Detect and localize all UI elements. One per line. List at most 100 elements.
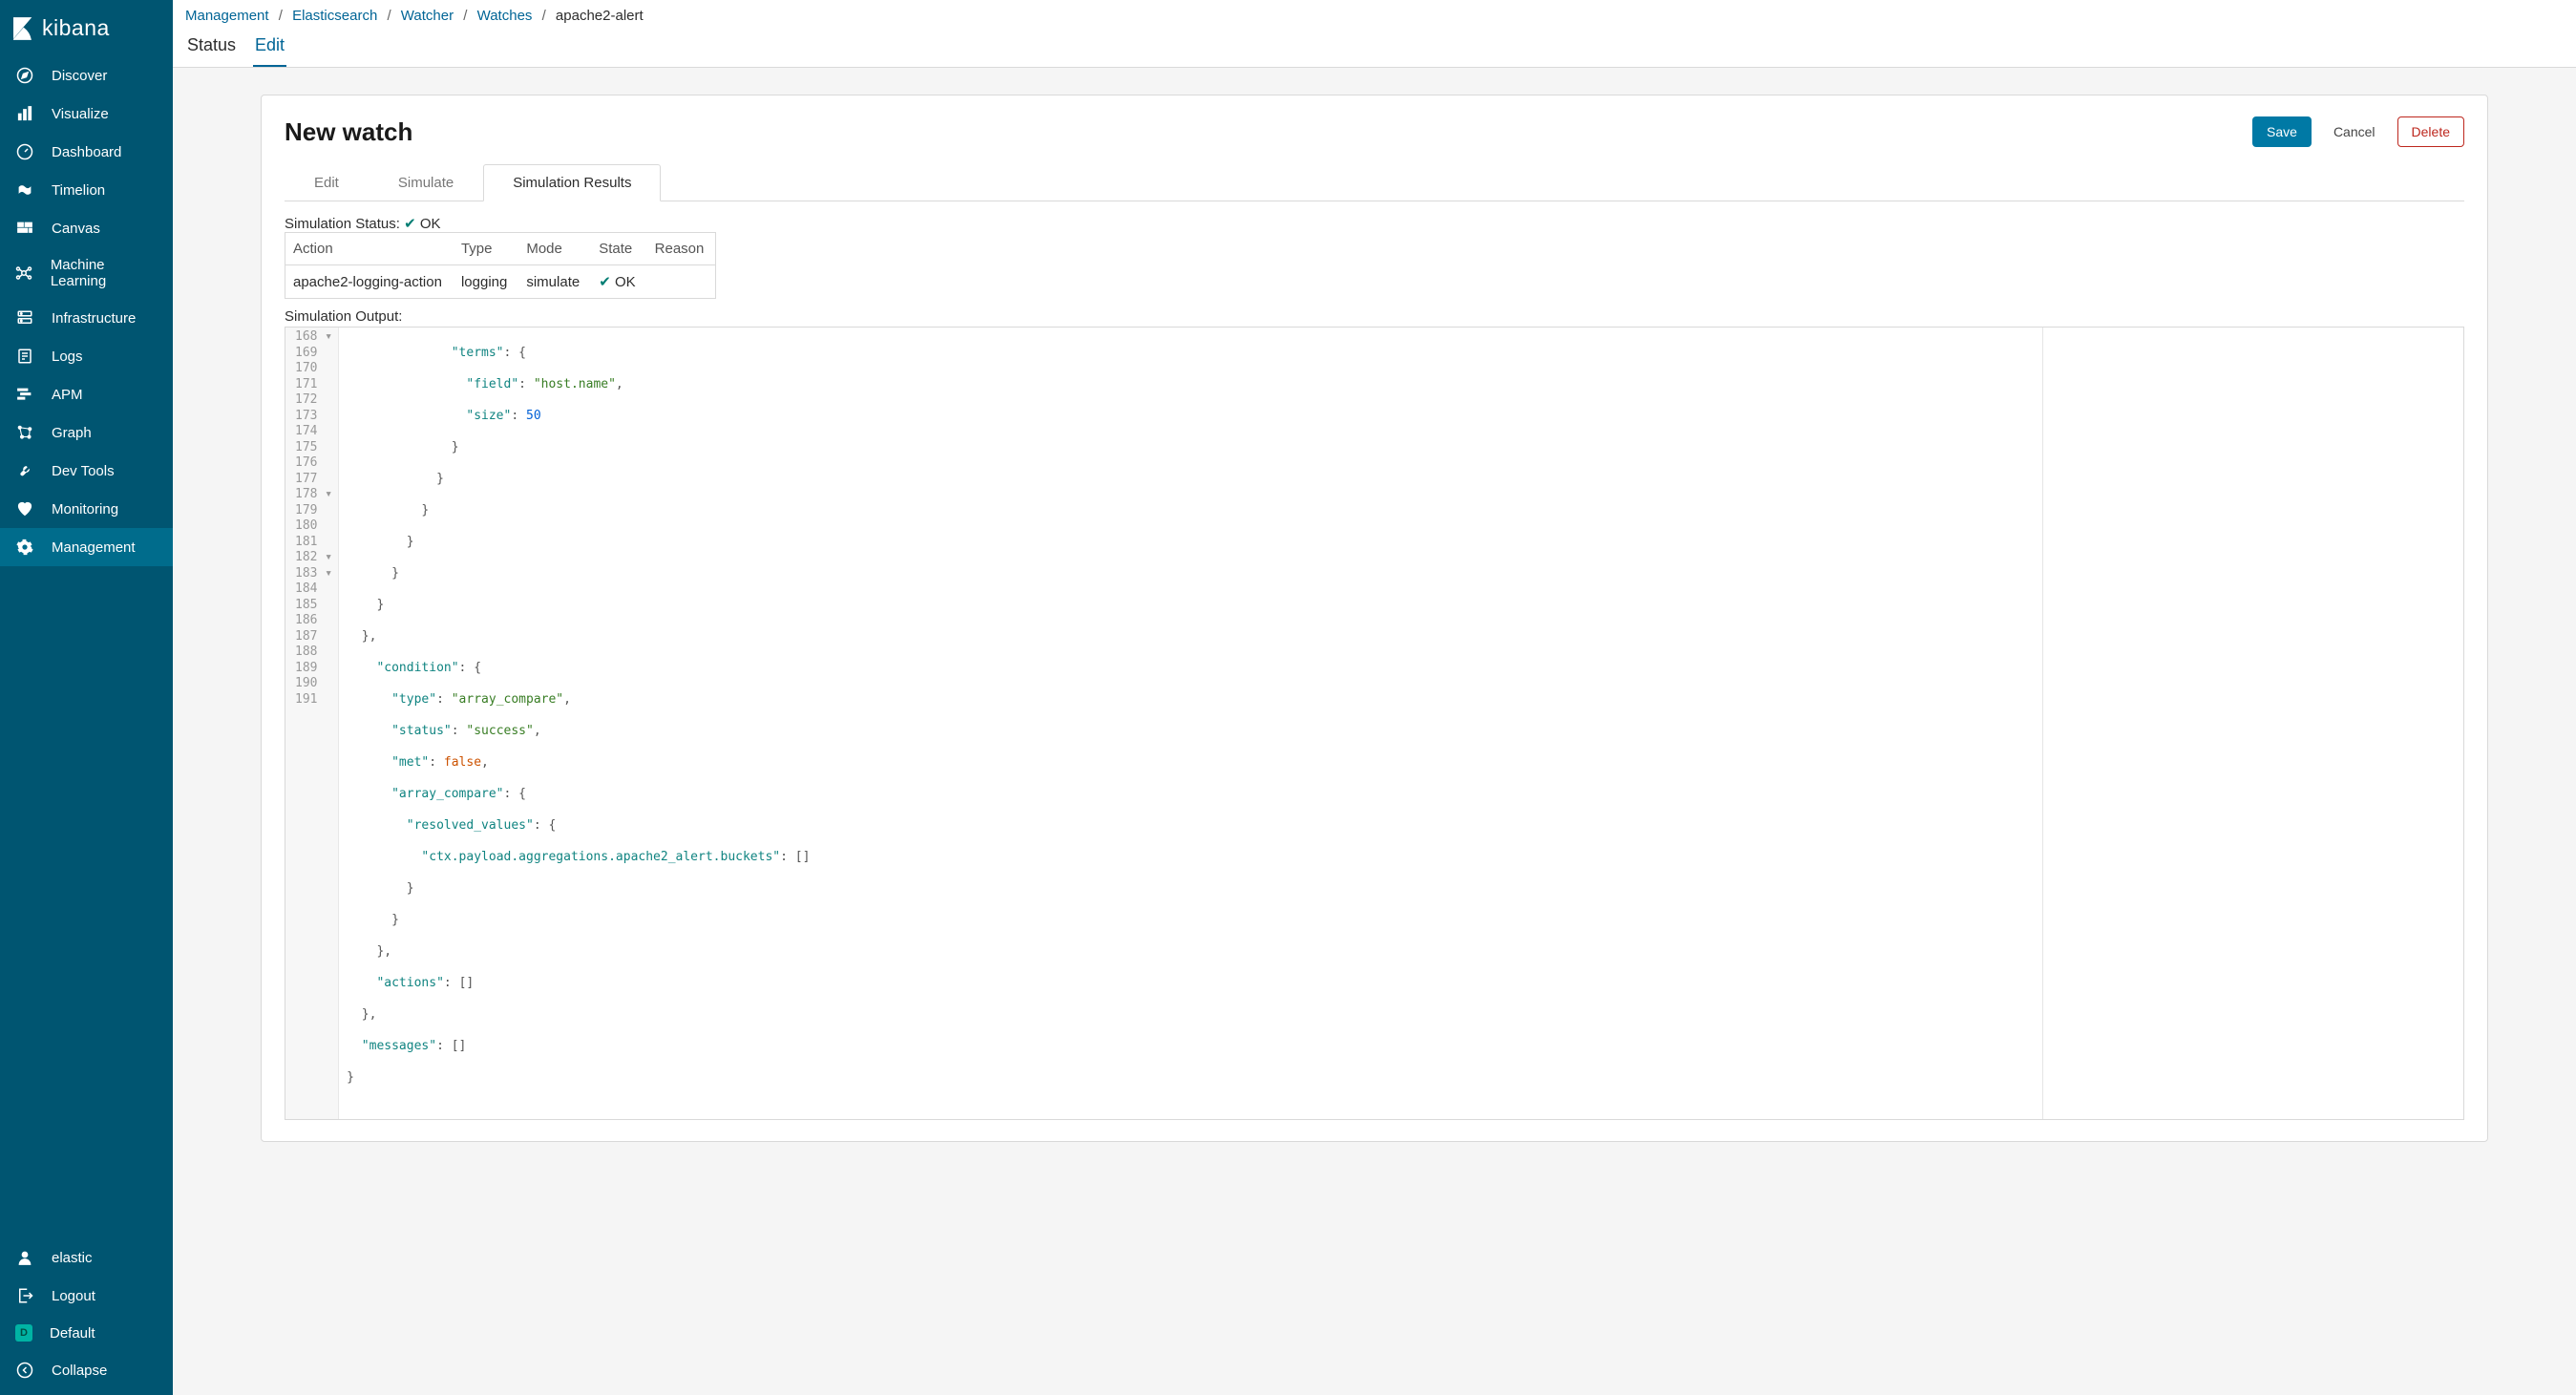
gear-icon — [15, 538, 34, 557]
simulation-status-label: Simulation Status: — [285, 216, 400, 232]
page-title: New watch — [285, 117, 412, 147]
sidebar: kibana Discover Visualize Dashboard Time… — [0, 0, 173, 1395]
timelion-icon — [15, 180, 34, 200]
sidebar-item-monitoring[interactable]: Monitoring — [0, 490, 173, 528]
tab-edit[interactable]: Edit — [253, 30, 286, 67]
sidebar-item-label: Monitoring — [52, 501, 118, 518]
sidebar-collapse[interactable]: Collapse — [0, 1351, 173, 1389]
sidebar-item-apm[interactable]: APM — [0, 375, 173, 413]
subtab-simulate[interactable]: Simulate — [369, 164, 483, 201]
sidebar-default-space[interactable]: D Default — [0, 1315, 173, 1351]
check-icon: ✔ — [404, 216, 416, 232]
brand-text: kibana — [42, 15, 110, 41]
breadcrumb: Management / Elasticsearch / Watcher / W… — [185, 0, 2564, 28]
space-badge: D — [15, 1324, 32, 1342]
kibana-logo-icon — [13, 19, 32, 38]
collapse-icon — [15, 1361, 34, 1380]
simulation-status: Simulation Status: ✔ OK — [285, 215, 2464, 232]
heartbeat-icon — [15, 499, 34, 518]
sidebar-item-dashboard[interactable]: Dashboard — [0, 133, 173, 171]
topbar: Management / Elasticsearch / Watcher / W… — [173, 0, 2576, 68]
sidebar-item-timelion[interactable]: Timelion — [0, 171, 173, 209]
breadcrumb-item[interactable]: Elasticsearch — [292, 8, 377, 24]
th-type: Type — [454, 233, 518, 265]
editor-code[interactable]: "terms": { "field": "host.name", "size":… — [339, 328, 2043, 1119]
td-action: apache2-logging-action — [285, 265, 454, 299]
breadcrumb-item[interactable]: Watcher — [401, 8, 454, 24]
sidebar-item-management[interactable]: Management — [0, 528, 173, 566]
brand-logo: kibana — [0, 0, 173, 56]
sidebar-default-label: Default — [50, 1325, 95, 1342]
table-row: apache2-logging-action logging simulate … — [285, 265, 716, 299]
simulation-result-table: Action Type Mode State Reason apache2-lo… — [285, 232, 716, 299]
sidebar-footer: elastic Logout D Default Collapse — [0, 1238, 173, 1395]
th-action: Action — [285, 233, 454, 265]
sidebar-nav: Discover Visualize Dashboard Timelion Ca… — [0, 56, 173, 1238]
sidebar-logout-label: Logout — [52, 1288, 95, 1304]
breadcrumb-current: apache2-alert — [556, 8, 644, 24]
cancel-button[interactable]: Cancel — [2319, 116, 2390, 147]
ml-icon — [15, 264, 33, 283]
breadcrumb-sep: / — [279, 8, 283, 24]
code-editor[interactable]: 168 ▾ 169 170 171 172 173 174 175 176 17… — [285, 327, 2464, 1120]
main-content: Management / Elasticsearch / Watcher / W… — [173, 0, 2576, 1395]
sidebar-item-label: APM — [52, 387, 83, 403]
breadcrumb-sep: / — [542, 8, 546, 24]
th-reason: Reason — [647, 233, 716, 265]
simulation-output-label: Simulation Output: — [285, 308, 2464, 325]
sidebar-item-label: Infrastructure — [52, 310, 136, 327]
watch-panel: New watch Save Cancel Delete Edit Simula… — [261, 95, 2488, 1142]
sidebar-item-label: Management — [52, 539, 136, 556]
editor-gutter: 168 ▾ 169 170 171 172 173 174 175 176 17… — [285, 328, 339, 1119]
check-icon: ✔ — [599, 274, 611, 290]
sidebar-item-discover[interactable]: Discover — [0, 56, 173, 95]
bar-chart-icon — [15, 104, 34, 123]
sidebar-item-label: Discover — [52, 68, 107, 84]
sidebar-item-canvas[interactable]: Canvas — [0, 209, 173, 247]
apm-icon — [15, 385, 34, 404]
sidebar-item-visualize[interactable]: Visualize — [0, 95, 173, 133]
sidebar-item-devtools[interactable]: Dev Tools — [0, 452, 173, 490]
sidebar-item-infrastructure[interactable]: Infrastructure — [0, 299, 173, 337]
sidebar-item-graph[interactable]: Graph — [0, 413, 173, 452]
save-button[interactable]: Save — [2252, 116, 2312, 147]
logout-icon — [15, 1286, 34, 1305]
th-state: State — [591, 233, 646, 265]
tab-status[interactable]: Status — [185, 30, 238, 67]
sidebar-logout[interactable]: Logout — [0, 1277, 173, 1315]
delete-button[interactable]: Delete — [2397, 116, 2464, 147]
sidebar-item-label: Logs — [52, 349, 83, 365]
sidebar-item-label: Machine Learning — [51, 257, 158, 289]
sidebar-item-label: Graph — [52, 425, 92, 441]
user-icon — [15, 1248, 34, 1267]
th-mode: Mode — [518, 233, 591, 265]
breadcrumb-sep: / — [463, 8, 467, 24]
sidebar-user[interactable]: elastic — [0, 1238, 173, 1277]
logs-icon — [15, 347, 34, 366]
sidebar-item-label: Visualize — [52, 106, 109, 122]
td-type: logging — [454, 265, 518, 299]
sidebar-item-label: Dev Tools — [52, 463, 115, 479]
sidebar-item-label: Canvas — [52, 221, 100, 237]
subtab-edit[interactable]: Edit — [285, 164, 369, 201]
sidebar-item-label: Dashboard — [52, 144, 121, 160]
sidebar-item-ml[interactable]: Machine Learning — [0, 247, 173, 299]
sidebar-item-logs[interactable]: Logs — [0, 337, 173, 375]
infrastructure-icon — [15, 308, 34, 328]
top-tabs: Status Edit — [185, 30, 2564, 67]
breadcrumb-item[interactable]: Management — [185, 8, 269, 24]
subtab-results[interactable]: Simulation Results — [483, 164, 661, 201]
sub-tabs: Edit Simulate Simulation Results — [285, 164, 2464, 201]
simulation-status-value: OK — [420, 216, 441, 232]
sidebar-collapse-label: Collapse — [52, 1363, 107, 1379]
td-mode: simulate — [518, 265, 591, 299]
sidebar-item-label: Timelion — [52, 182, 105, 199]
wrench-icon — [15, 461, 34, 480]
canvas-icon — [15, 219, 34, 238]
breadcrumb-item[interactable]: Watches — [477, 8, 533, 24]
gauge-icon — [15, 142, 34, 161]
editor-right-pane — [2043, 328, 2463, 1119]
td-state: ✔ OK — [591, 265, 646, 299]
compass-icon — [15, 66, 34, 85]
sidebar-user-label: elastic — [52, 1250, 93, 1266]
